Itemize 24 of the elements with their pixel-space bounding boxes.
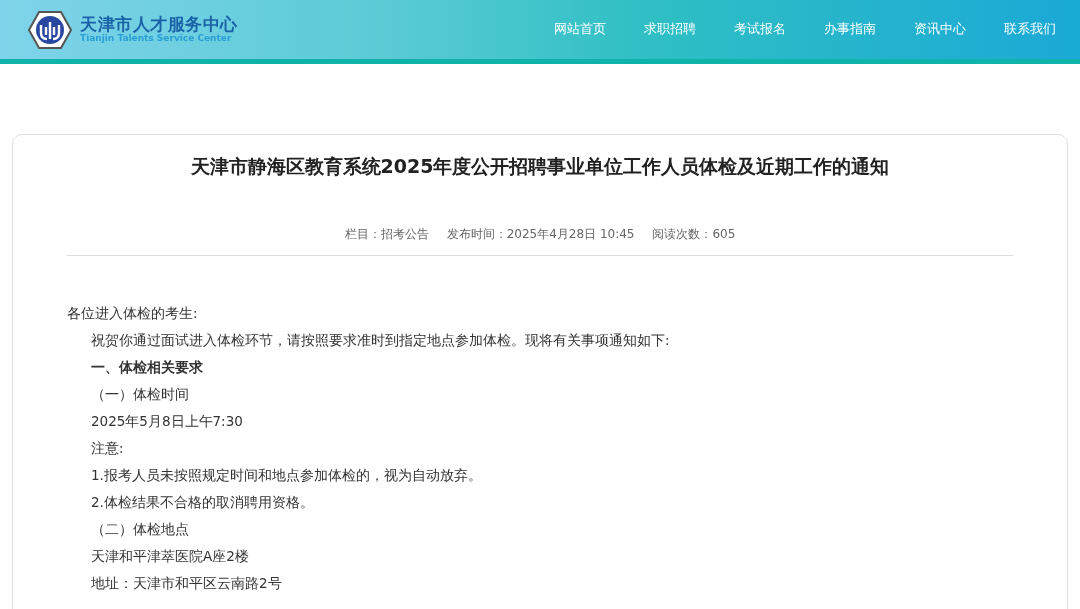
meta-info: 发布时间：2025年4月28日 10:45 (446, 225, 635, 243)
paragraph-text: 天津和平津萃医院A座2楼 (90, 546, 250, 566)
logo-title: 天津市人才服务中心 (80, 14, 238, 34)
paragraph-text: （二）体检地点 (90, 519, 190, 539)
paragraph-text: 注意: (90, 438, 125, 458)
nav-link[interactable]: 办事指南 (824, 20, 876, 39)
paragraph-text: 1.报考人员未按照规定时间和地点参加体检的，视为自动放弃。 (90, 465, 483, 485)
paragraph-text: 2.体检结果不合格的取消聘用资格。 (90, 492, 315, 512)
section-heading: 一、体检相关要求 (90, 357, 204, 377)
meta-info: 栏目：招考公告 (344, 225, 429, 243)
meta-info: 阅读次数：605 (652, 225, 736, 243)
greeting-text: 各位进入体检的考生: (67, 303, 199, 323)
paragraph-text: （一）体检时间 (90, 384, 190, 404)
logo-icon (28, 10, 72, 49)
paragraph-text: 地址：天津市和平区云南路2号 (90, 573, 283, 593)
nav-link[interactable]: 求职招聘 (644, 20, 696, 39)
logo-subtitle: Tianjin Talents Service Center (80, 33, 233, 45)
article-title: 天津市静海区教育系统2025年度公开招聘事业单位工作人员体检及近期工作的通知 (189, 155, 891, 178)
paragraph-text: 祝贺你通过面试进入体检环节，请按照要求准时到指定地点参加体检。现将有关事项通知如下: (90, 330, 671, 350)
nav-link[interactable]: 联系我们 (1004, 20, 1056, 39)
nav-link[interactable]: 考试报名 (734, 20, 786, 39)
paragraph-text: 2025年5月8日上午7:30 (90, 411, 244, 431)
nav-link[interactable]: 资讯中心 (914, 20, 966, 39)
nav-link[interactable]: 网站首页 (554, 20, 606, 39)
